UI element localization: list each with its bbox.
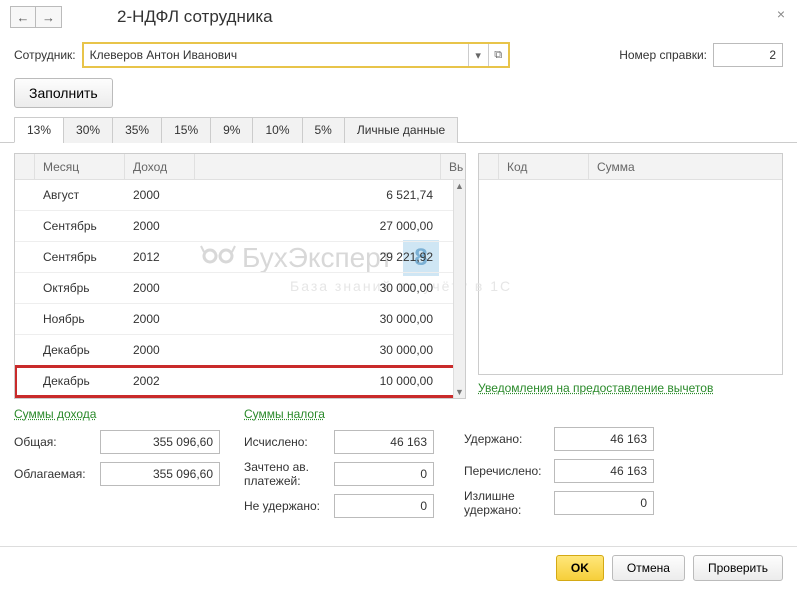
employee-label: Сотрудник: (14, 48, 76, 62)
deduction-grid: Код Сумма (478, 153, 783, 375)
tax-totals-title[interactable]: Суммы налога (244, 407, 454, 421)
scroll-up-icon[interactable]: ▲ (454, 180, 465, 192)
table-row[interactable]: Декабрь200210 000,00 (15, 366, 465, 397)
notheld-label: Не удержано: (244, 499, 328, 513)
cell-code: 2000 (125, 312, 195, 326)
notheld-input[interactable]: 0 (334, 494, 434, 518)
grid-header: Месяц Доход Вь (15, 154, 465, 180)
table-row[interactable]: Август20006 521,74 (15, 180, 465, 211)
offset-input[interactable]: 0 (334, 462, 434, 486)
topbar: ← → 2-НДФЛ сотрудника × (0, 0, 797, 38)
overheld-input[interactable]: 0 (554, 491, 654, 515)
cell-amount: 30 000,00 (195, 312, 441, 326)
grid-scrollbar[interactable]: ▲ ▼ (453, 180, 465, 398)
refnum-input[interactable]: 2 (713, 43, 783, 67)
tab-35[interactable]: 35% (112, 117, 162, 143)
employee-popout-icon[interactable]: ⧉ (488, 44, 508, 66)
cell-amount: 30 000,00 (195, 343, 441, 357)
check-button[interactable]: Проверить (693, 555, 783, 581)
transf-label: Перечислено: (464, 464, 548, 478)
nav-forward-button[interactable]: → (36, 6, 62, 28)
fill-button[interactable]: Заполнить (14, 78, 113, 108)
employee-dropdown-icon[interactable]: ▾ (468, 44, 488, 66)
calc-label: Исчислено: (244, 435, 328, 449)
employee-row: Сотрудник: Клеверов Антон Иванович ▾ ⧉ Н… (0, 38, 797, 76)
scroll-down-icon[interactable]: ▼ (454, 386, 465, 398)
table-row[interactable]: Декабрь200030 000,00 (15, 335, 465, 366)
tab-personal[interactable]: Личные данные (344, 117, 458, 143)
cell-amount: 29 221,92 (195, 250, 441, 264)
tab-9[interactable]: 9% (210, 117, 253, 143)
nav-back-button[interactable]: ← (10, 6, 36, 28)
col-month[interactable]: Месяц (35, 154, 125, 179)
cell-code: 2000 (125, 281, 195, 295)
cell-code: 2000 (125, 188, 195, 202)
held-input[interactable]: 46 163 (554, 427, 654, 451)
employee-field[interactable]: Клеверов Антон Иванович ▾ ⧉ (82, 42, 510, 68)
total-label: Общая: (14, 435, 94, 449)
overheld-label: Излишне удержано: (464, 489, 548, 517)
income-totals-title[interactable]: Суммы дохода (14, 407, 234, 421)
footer: OK Отмена Проверить (0, 546, 797, 589)
tabs: 13% 30% 35% 15% 9% 10% 5% Личные данные (0, 116, 797, 143)
table-row[interactable]: Сентябрь200027 000,00 (15, 211, 465, 242)
cell-amount: 30 000,00 (195, 281, 441, 295)
cell-code: 2002 (125, 374, 195, 388)
cell-code: 2012 (125, 250, 195, 264)
taxable-label: Облагаемая: (14, 467, 94, 481)
col-sum[interactable]: Сумма (589, 154, 782, 179)
cell-month: Октябрь (35, 281, 125, 295)
table-row[interactable]: Ноябрь200030 000,00 (15, 304, 465, 335)
cancel-button[interactable]: Отмена (612, 555, 685, 581)
tab-30[interactable]: 30% (63, 117, 113, 143)
cell-month: Сентябрь (35, 250, 125, 264)
tab-13[interactable]: 13% (14, 117, 64, 143)
offset-label: Зачтено ав. платежей: (244, 460, 328, 488)
transf-input[interactable]: 46 163 (554, 459, 654, 483)
table-row[interactable]: Октябрь200030 000,00 (15, 273, 465, 304)
table-row[interactable]: Сентябрь201229 221,92 (15, 242, 465, 273)
col-code[interactable]: Код (499, 154, 589, 179)
deduction-notice-link[interactable]: Уведомления на предоставление вычетов (478, 381, 713, 395)
cell-amount: 27 000,00 (195, 219, 441, 233)
page-title: 2-НДФЛ сотрудника (117, 7, 273, 27)
tab-10[interactable]: 10% (252, 117, 302, 143)
close-icon[interactable]: × (777, 6, 785, 22)
cell-month: Декабрь (35, 343, 125, 357)
taxable-input[interactable]: 355 096,60 (100, 462, 220, 486)
cell-month: Август (35, 188, 125, 202)
ok-button[interactable]: OK (556, 555, 604, 581)
cell-month: Декабрь (35, 374, 125, 388)
cell-code: 2000 (125, 219, 195, 233)
employee-input[interactable]: Клеверов Антон Иванович (84, 44, 468, 66)
calc-input[interactable]: 46 163 (334, 430, 434, 454)
cell-month: Ноябрь (35, 312, 125, 326)
income-grid: Месяц Доход Вь Август20006 521,74Сентябр… (14, 153, 466, 399)
cell-month: Сентябрь (35, 219, 125, 233)
held-label: Удержано: (464, 432, 548, 446)
tab-15[interactable]: 15% (161, 117, 211, 143)
cell-amount: 10 000,00 (195, 374, 441, 388)
tab-5[interactable]: 5% (302, 117, 345, 143)
total-input[interactable]: 355 096,60 (100, 430, 220, 454)
cell-code: 2000 (125, 343, 195, 357)
cell-amount: 6 521,74 (195, 188, 441, 202)
col-income[interactable]: Доход (125, 154, 195, 179)
col-amount[interactable]: Вь (441, 154, 465, 179)
refnum-label: Номер справки: (619, 48, 707, 62)
